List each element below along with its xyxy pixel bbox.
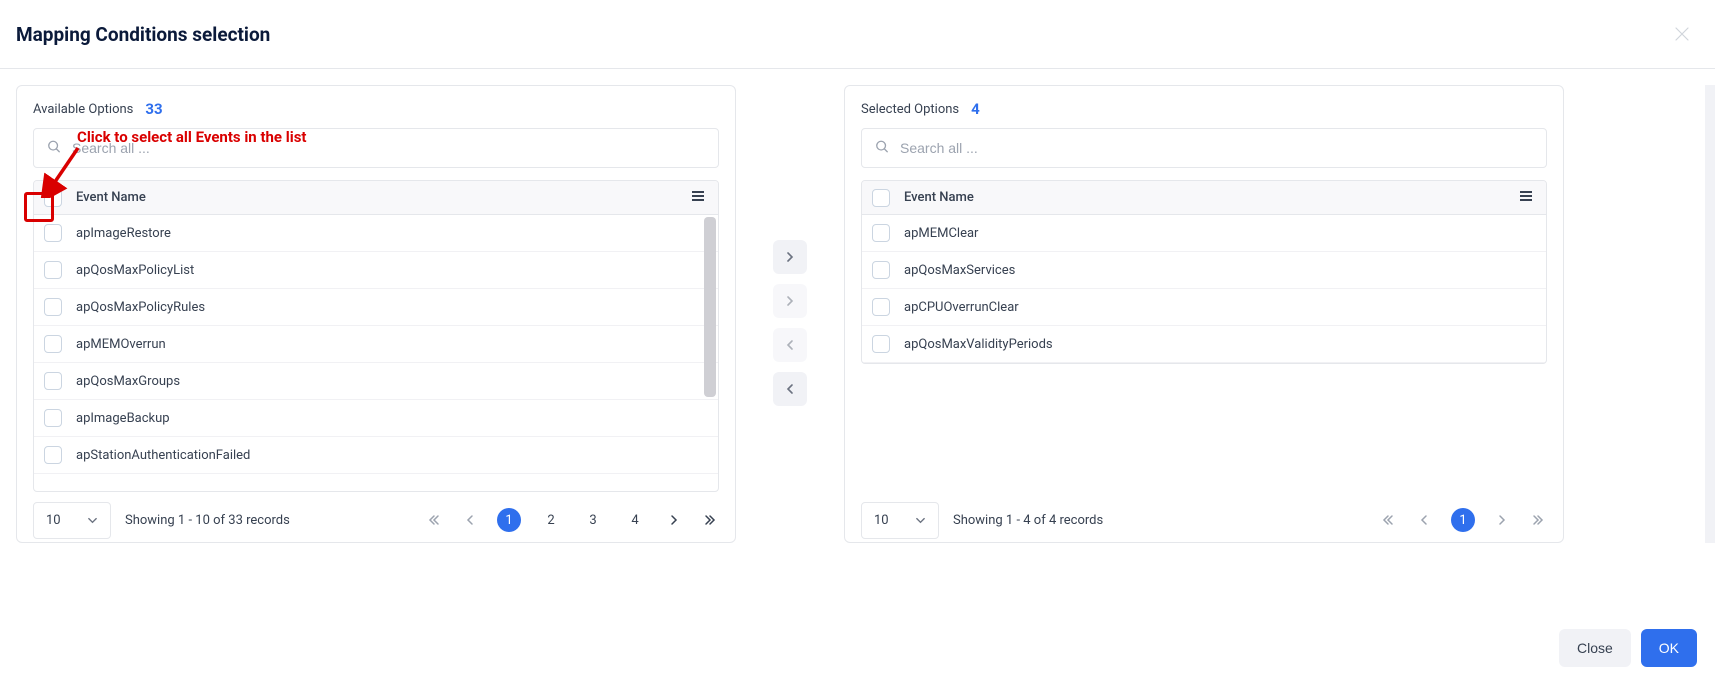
right-scroll-gutter: [1705, 85, 1715, 543]
close-button[interactable]: Close: [1559, 629, 1631, 667]
select-all-checkbox[interactable]: [44, 189, 62, 207]
available-pager: 10 Showing 1 - 10 of 33 records 1 2 3 4: [33, 492, 719, 542]
available-search-input[interactable]: [33, 128, 719, 168]
select-all-checkbox[interactable]: [872, 189, 890, 207]
selected-options-panel: Selected Options 4 Event Name apMEMClear…: [844, 85, 1564, 543]
column-menu-icon[interactable]: [690, 188, 706, 207]
table-row[interactable]: apQosMaxPolicyList: [34, 252, 718, 289]
prev-page-icon[interactable]: [461, 511, 479, 529]
available-table: Event Name apImageRestore apQosMaxPolicy…: [33, 180, 719, 492]
available-search-wrap: [33, 128, 719, 168]
column-menu-icon[interactable]: [1518, 188, 1534, 207]
selected-table: Event Name apMEMClear apQosMaxServices a…: [861, 180, 1547, 364]
table-row[interactable]: apImageRestore: [34, 215, 718, 252]
table-row[interactable]: apMEMOverrun: [34, 326, 718, 363]
row-label: apQosMaxGroups: [76, 374, 180, 389]
page-number[interactable]: 4: [623, 508, 647, 532]
selected-title: Selected Options: [861, 102, 959, 117]
available-table-body[interactable]: apImageRestore apQosMaxPolicyList apQosM…: [34, 215, 718, 479]
chevron-down-icon: [915, 515, 926, 526]
page-number[interactable]: 1: [1451, 508, 1475, 532]
records-text: Showing 1 - 10 of 33 records: [125, 513, 425, 528]
table-row[interactable]: apCPUOverrunClear: [862, 289, 1546, 326]
available-title: Available Options: [33, 102, 133, 117]
table-row[interactable]: apImageBackup: [34, 400, 718, 437]
available-title-row: Available Options 33: [33, 100, 719, 118]
row-label: apQosMaxServices: [904, 263, 1015, 278]
page-size-value: 10: [874, 513, 889, 528]
row-label: apMEMOverrun: [76, 337, 166, 352]
available-options-panel: Available Options 33 Event Name apImageR…: [16, 85, 736, 543]
first-page-icon[interactable]: [1379, 511, 1397, 529]
row-checkbox[interactable]: [872, 224, 890, 242]
modal-title: Mapping Conditions selection: [16, 23, 270, 46]
row-checkbox[interactable]: [44, 372, 62, 390]
row-checkbox[interactable]: [44, 224, 62, 242]
move-left-button[interactable]: [773, 328, 807, 362]
selected-count: 4: [971, 100, 980, 118]
modal-body: Available Options 33 Event Name apImageR…: [0, 69, 1715, 559]
next-page-icon[interactable]: [1493, 511, 1511, 529]
table-row[interactable]: apQosMaxValidityPeriods: [862, 326, 1546, 363]
selected-header-label: Event Name: [904, 190, 1518, 205]
records-text: Showing 1 - 4 of 4 records: [953, 513, 1379, 528]
chevron-down-icon: [87, 515, 98, 526]
row-label: apImageRestore: [76, 226, 171, 241]
row-checkbox[interactable]: [872, 335, 890, 353]
modal-footer: Close OK: [1541, 613, 1715, 683]
row-checkbox[interactable]: [872, 261, 890, 279]
move-right-button[interactable]: [773, 240, 807, 274]
row-checkbox[interactable]: [44, 298, 62, 316]
table-row[interactable]: apQosMaxServices: [862, 252, 1546, 289]
row-label: apCPUOverrunClear: [904, 300, 1019, 315]
selected-table-header: Event Name: [862, 181, 1546, 215]
selected-search-input[interactable]: [861, 128, 1547, 168]
selected-table-body[interactable]: apMEMClear apQosMaxServices apCPUOverrun…: [862, 215, 1546, 363]
pager-controls: 1: [1379, 508, 1547, 532]
row-checkbox[interactable]: [44, 335, 62, 353]
move-all-left-button[interactable]: [773, 372, 807, 406]
last-page-icon[interactable]: [1529, 511, 1547, 529]
row-checkbox[interactable]: [872, 298, 890, 316]
move-all-right-button[interactable]: [773, 284, 807, 318]
row-label: apMEMClear: [904, 226, 978, 241]
prev-page-icon[interactable]: [1415, 511, 1433, 529]
pager-controls: 1 2 3 4: [425, 508, 719, 532]
table-row[interactable]: apStationAuthenticationSuccessful: [34, 474, 718, 479]
row-label: apImageBackup: [76, 411, 170, 426]
available-count: 33: [145, 100, 162, 118]
row-checkbox[interactable]: [44, 446, 62, 464]
selected-pager: 10 Showing 1 - 4 of 4 records 1: [861, 492, 1547, 542]
last-page-icon[interactable]: [701, 511, 719, 529]
page-number[interactable]: 1: [497, 508, 521, 532]
selected-search-wrap: [861, 128, 1547, 168]
transfer-controls: [736, 85, 844, 543]
modal-header: Mapping Conditions selection: [0, 0, 1715, 69]
search-icon: [875, 139, 889, 158]
row-label: apQosMaxPolicyRules: [76, 300, 205, 315]
page-size-select[interactable]: 10: [33, 502, 111, 539]
selected-title-row: Selected Options 4: [861, 100, 1547, 118]
table-row[interactable]: apStationAuthenticationFailed: [34, 437, 718, 474]
next-page-icon[interactable]: [665, 511, 683, 529]
page-size-select[interactable]: 10: [861, 502, 939, 539]
row-label: apStationAuthenticationFailed: [76, 448, 250, 463]
scrollbar-thumb[interactable]: [704, 217, 716, 397]
table-row[interactable]: apMEMClear: [862, 215, 1546, 252]
row-label: apQosMaxValidityPeriods: [904, 337, 1053, 352]
ok-button[interactable]: OK: [1641, 629, 1697, 667]
available-table-header: Event Name: [34, 181, 718, 215]
close-icon[interactable]: [1675, 22, 1699, 46]
row-checkbox[interactable]: [44, 409, 62, 427]
search-icon: [47, 139, 61, 158]
first-page-icon[interactable]: [425, 511, 443, 529]
page-number[interactable]: 3: [581, 508, 605, 532]
page-number[interactable]: 2: [539, 508, 563, 532]
row-label: apQosMaxPolicyList: [76, 263, 194, 278]
table-row[interactable]: apQosMaxPolicyRules: [34, 289, 718, 326]
table-row[interactable]: apQosMaxGroups: [34, 363, 718, 400]
row-checkbox[interactable]: [44, 261, 62, 279]
page-size-value: 10: [46, 513, 61, 528]
available-header-label: Event Name: [76, 190, 690, 205]
